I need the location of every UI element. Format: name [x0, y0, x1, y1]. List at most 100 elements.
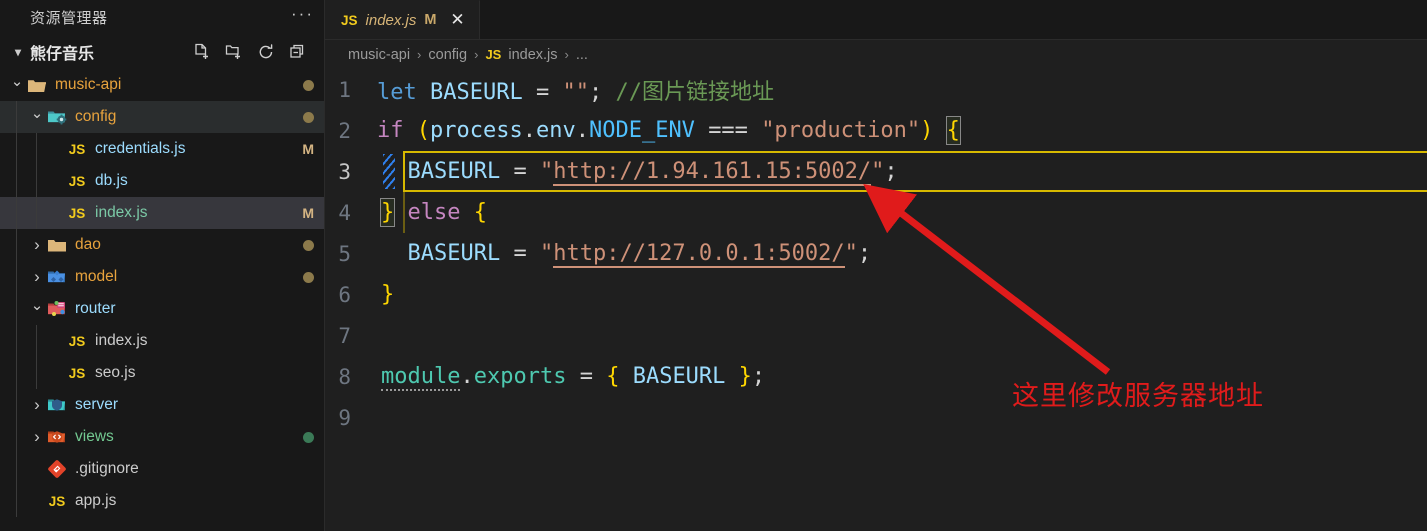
indent-guide: [16, 261, 17, 293]
line-number: 3: [338, 159, 351, 184]
tree-item-label: views: [75, 428, 114, 445]
chevron-right-icon[interactable]: ›: [28, 395, 46, 415]
tree-item-dao[interactable]: › dao: [0, 229, 324, 261]
collapse-all-icon[interactable]: [288, 42, 308, 62]
modified-badge: M: [302, 205, 314, 221]
editor-pane: JS index.js M ✕ music-api › config › JS …: [325, 0, 1427, 531]
tree-item--gitignore[interactable]: .gitignore: [0, 453, 324, 485]
workspace-folder-header[interactable]: ▾ 熊仔音乐: [0, 35, 324, 69]
token-quote: ": [871, 159, 885, 184]
folder-closed-icon: [46, 235, 68, 255]
token-semicolon: ;: [884, 159, 898, 184]
explorer-more-icon[interactable]: ···: [291, 5, 314, 26]
code-line-1-text: let BASEURL = ""; //图片链接地址: [377, 74, 774, 106]
breadcrumb-item-index-js[interactable]: index.js: [508, 47, 557, 63]
code-line-2-text: if (process.env.NODE_ENV === "production…: [377, 116, 961, 145]
close-icon[interactable]: ✕: [447, 10, 467, 30]
tree-item-config[interactable]: ⌄ config: [0, 101, 324, 133]
chevron-down-icon[interactable]: ⌄: [8, 74, 26, 92]
folder-router-icon: [46, 299, 68, 319]
indent-guide: [36, 133, 37, 165]
breadcrumb-item-config[interactable]: config: [428, 47, 467, 63]
tree-item-label: router: [75, 300, 116, 317]
tree-item-music-api[interactable]: ⌄ music-api: [0, 69, 324, 101]
indent-guide: [36, 197, 37, 229]
token-lbrace: {: [473, 200, 487, 225]
tree-item-label: index.js: [95, 204, 148, 221]
line-number: 1: [338, 77, 351, 102]
js-file-icon: JS: [485, 47, 502, 62]
token-lparen: (: [416, 118, 430, 143]
folder-open-icon: [26, 75, 48, 95]
tree-item-db-js[interactable]: JS db.js: [0, 165, 324, 197]
status-dot: [303, 79, 314, 91]
token-url-local[interactable]: http://127.0.0.1:5002/: [553, 241, 845, 268]
token-assign: =: [579, 364, 593, 389]
chevron-down-icon[interactable]: ⌄: [28, 106, 46, 124]
tree-item-server[interactable]: › server: [0, 389, 324, 421]
refresh-icon[interactable]: [256, 42, 276, 62]
modified-gutter-indicator: [383, 154, 395, 189]
tree-item-app-js[interactable]: JS app.js: [0, 485, 324, 517]
status-dot: [303, 111, 314, 123]
token-rbrace: }: [738, 364, 752, 389]
tree-item-index-js[interactable]: JS index.js: [0, 325, 324, 357]
tree-item-index-js[interactable]: JS index.js M: [0, 197, 324, 229]
tabbar-empty-space: [480, 0, 1427, 39]
tree-item-label: dao: [75, 236, 101, 253]
token-dot: .: [575, 118, 589, 143]
tree-item-label: server: [75, 396, 119, 413]
token-quote: ": [844, 241, 858, 266]
chevron-right-icon[interactable]: ›: [28, 267, 46, 287]
chevron-down-icon[interactable]: ▾: [8, 45, 28, 59]
code-line-8-text: module.exports = { BASEURL };: [381, 364, 766, 391]
git-icon: [46, 459, 68, 479]
tree-item-router[interactable]: ⌄ router: [0, 293, 324, 325]
new-folder-icon[interactable]: [224, 42, 244, 62]
token-assign: =: [513, 159, 527, 184]
indent-guide: [16, 421, 17, 453]
line-number: 6: [338, 282, 351, 307]
tree-item-model[interactable]: › model: [0, 261, 324, 293]
tree-item-credentials-js[interactable]: JS credentials.js M: [0, 133, 324, 165]
token-lbrace-matched: {: [945, 116, 961, 145]
new-file-icon[interactable]: [192, 42, 212, 62]
token-quote: ": [539, 241, 554, 266]
code-line-4-text: } else {: [380, 198, 487, 227]
code-line-5: 5 BASEURL = "http://127.0.0.1:5002/";: [325, 233, 1427, 274]
code-editor[interactable]: 1 let BASEURL = ""; //图片链接地址 2 if (proce…: [325, 69, 1427, 531]
tab-index-js[interactable]: JS index.js M ✕: [325, 0, 481, 39]
tree-item-seo-js[interactable]: JS seo.js: [0, 357, 324, 389]
code-line-6-text: }: [381, 282, 394, 307]
token-let: let: [377, 79, 417, 105]
line-number: 8: [338, 364, 351, 389]
token-baseurl: BASEURL: [407, 159, 501, 184]
annotation-label: 这里修改服务器地址: [1012, 381, 1264, 412]
token-rbrace: }: [381, 282, 395, 307]
chevron-right-icon: ›: [474, 47, 479, 62]
token-semicolon: ;: [751, 364, 766, 389]
token-else: else: [407, 200, 461, 225]
breadcrumb-item-music-api[interactable]: music-api: [348, 47, 410, 63]
chevron-right-icon[interactable]: ›: [28, 427, 46, 447]
breadcrumb-item-symbol[interactable]: ...: [576, 47, 588, 63]
token-baseurl: BASEURL: [430, 79, 523, 105]
editor-tabbar: JS index.js M ✕: [325, 0, 1427, 40]
token-url-production[interactable]: http://1.94.161.15:5002/: [553, 159, 872, 186]
chevron-right-icon[interactable]: ›: [28, 235, 46, 255]
js-file-icon: JS: [68, 365, 86, 381]
chevron-down-icon[interactable]: ⌄: [28, 298, 46, 316]
tree-item-views[interactable]: › views: [0, 421, 324, 453]
token-node-env: NODE_ENV: [588, 118, 695, 143]
tree-item-label: seo.js: [95, 364, 136, 381]
status-dot: [303, 431, 314, 443]
status-dot: [303, 239, 314, 251]
token-exports: exports: [473, 364, 567, 389]
js-file-icon: JS: [68, 173, 86, 189]
tree-item-label: index.js: [95, 332, 148, 349]
status-dot: [303, 271, 314, 283]
indent-guide: [16, 229, 17, 261]
folder-server-icon: [46, 395, 68, 415]
tree-item-label: music-api: [55, 76, 122, 93]
indent-guide: [36, 357, 37, 389]
